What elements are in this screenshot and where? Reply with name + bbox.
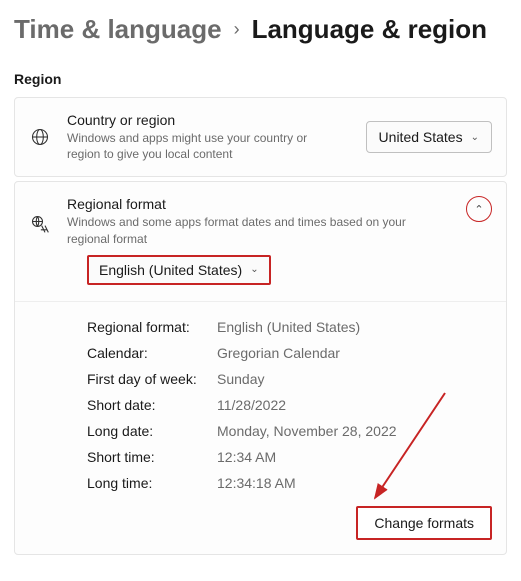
country-region-card: Country or region Windows and apps might…: [14, 97, 507, 177]
detail-row: Short time: 12:34 AM: [87, 444, 492, 470]
detail-value: Monday, November 28, 2022: [217, 423, 397, 439]
chevron-right-icon: ›: [234, 19, 240, 40]
collapse-button[interactable]: ⌃: [466, 196, 492, 222]
chevron-up-icon: ⌃: [474, 203, 483, 216]
globe-icon: [29, 127, 51, 147]
detail-value: Sunday: [217, 371, 264, 387]
detail-row: Long time: 12:34:18 AM: [87, 470, 492, 496]
chevron-down-icon: ⌄: [250, 264, 258, 275]
detail-value: English (United States): [217, 319, 360, 335]
region-section-label: Region: [0, 45, 521, 97]
regional-desc: Windows and some apps format dates and t…: [67, 214, 407, 246]
regional-format-card: Regional format Windows and some apps fo…: [14, 181, 507, 554]
country-dropdown[interactable]: United States ⌄: [366, 121, 492, 153]
detail-label: Short time:: [87, 449, 217, 465]
detail-label: First day of week:: [87, 371, 217, 387]
detail-row: Short date: 11/28/2022: [87, 392, 492, 418]
breadcrumb: Time & language › Language & region: [0, 0, 521, 45]
detail-value: 11/28/2022: [217, 397, 286, 413]
country-title: Country or region: [67, 112, 350, 128]
detail-label: Long date:: [87, 423, 217, 439]
detail-row: Regional format: English (United States): [87, 314, 492, 340]
regional-format-dropdown[interactable]: English (United States) ⌄: [87, 255, 271, 285]
detail-row: Long date: Monday, November 28, 2022: [87, 418, 492, 444]
detail-value: 12:34 AM: [217, 449, 276, 465]
detail-label: Calendar:: [87, 345, 217, 361]
detail-value: Gregorian Calendar: [217, 345, 340, 361]
detail-label: Short date:: [87, 397, 217, 413]
breadcrumb-parent[interactable]: Time & language: [14, 14, 222, 45]
detail-label: Regional format:: [87, 319, 217, 335]
detail-row: Calendar: Gregorian Calendar: [87, 340, 492, 366]
chevron-down-icon: ⌄: [471, 132, 479, 143]
detail-row: First day of week: Sunday: [87, 366, 492, 392]
country-desc: Windows and apps might use your country …: [67, 130, 327, 162]
regional-format-details: Regional format: English (United States)…: [15, 301, 506, 554]
breadcrumb-current: Language & region: [252, 14, 487, 45]
country-dropdown-value: United States: [379, 129, 463, 145]
detail-value: 12:34:18 AM: [217, 475, 296, 491]
regional-title: Regional format: [67, 196, 450, 212]
regional-dropdown-value: English (United States): [99, 262, 242, 278]
change-formats-button[interactable]: Change formats: [356, 506, 492, 540]
detail-label: Long time:: [87, 475, 217, 491]
language-globe-icon: [29, 196, 51, 234]
